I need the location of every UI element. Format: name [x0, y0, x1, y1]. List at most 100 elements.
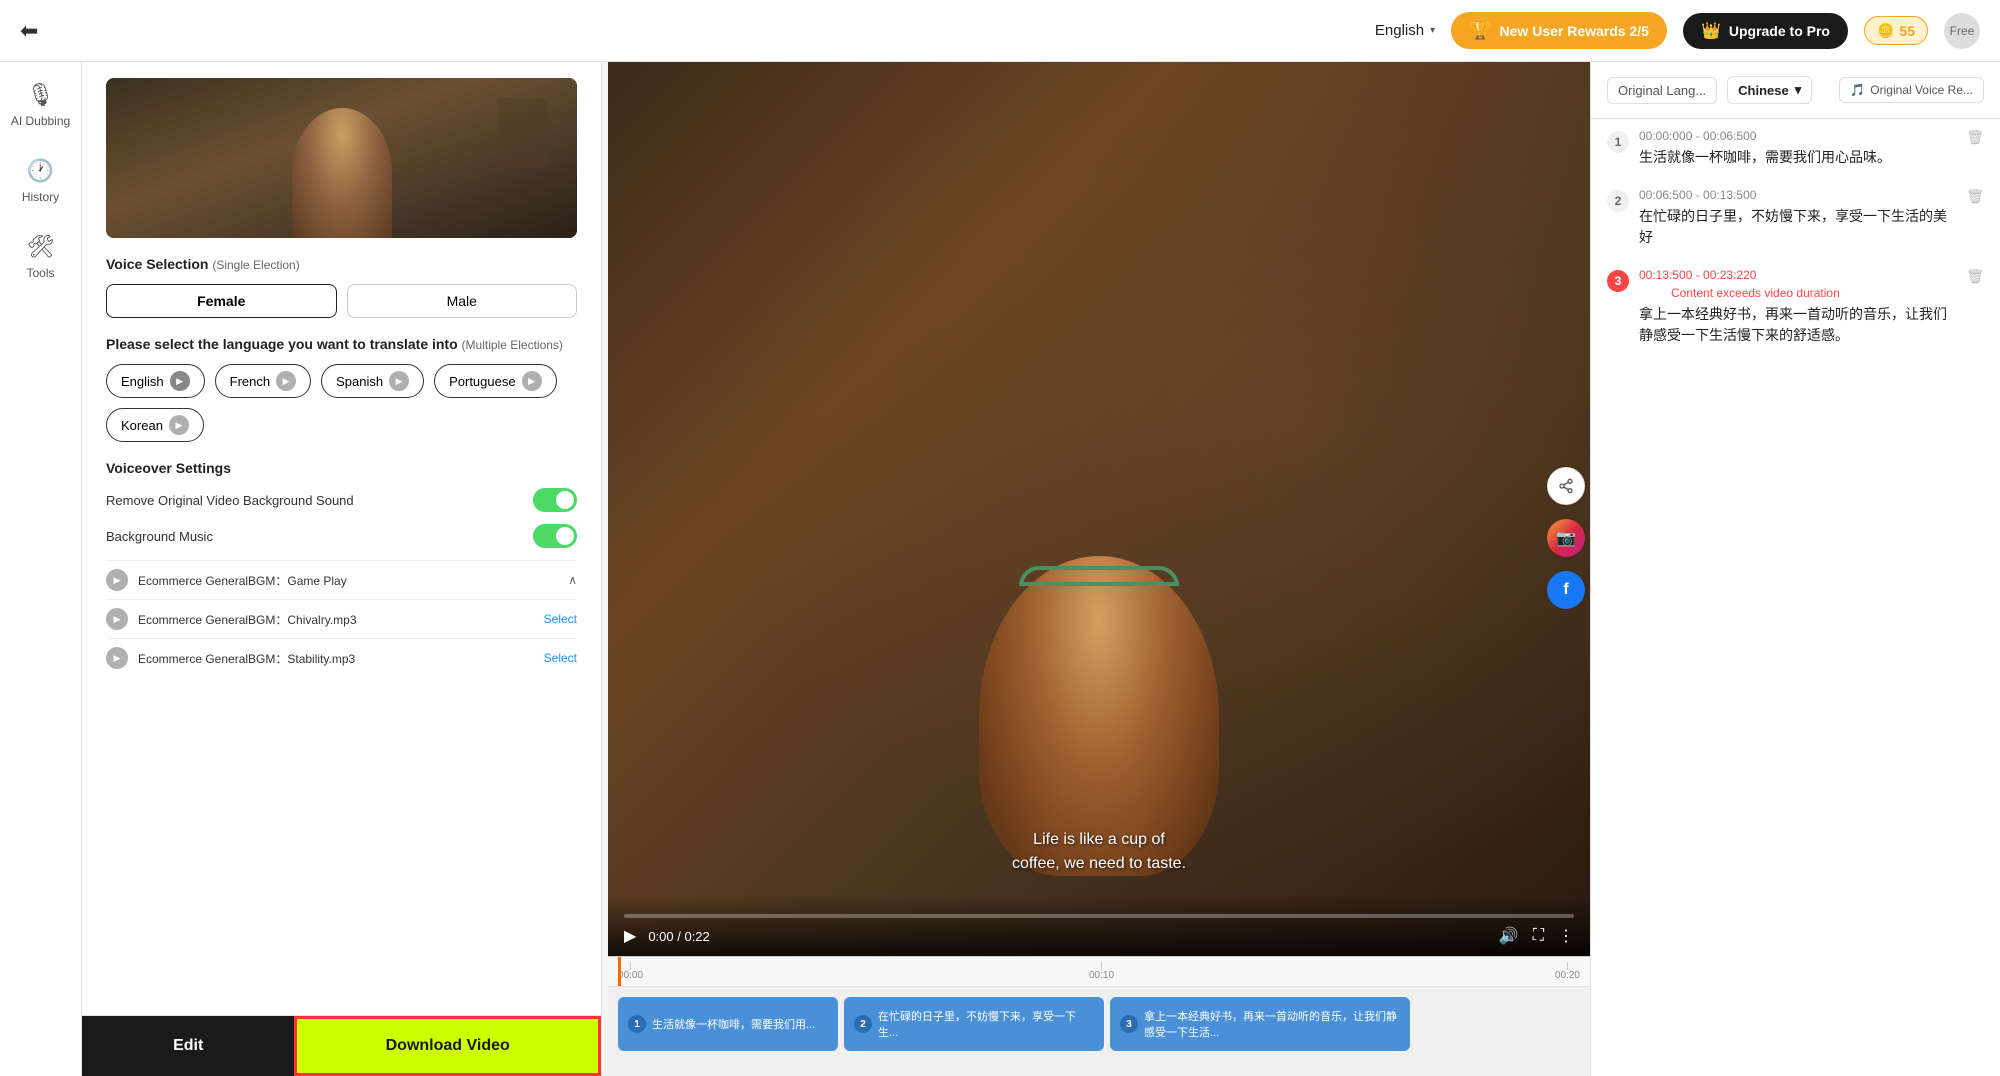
bgm-select-2[interactable]: Select — [544, 651, 577, 665]
subtitle-error-msg-3: Content exceeds video duration — [1671, 286, 1956, 300]
english-play-icon[interactable]: ▶ — [170, 371, 190, 391]
sidebar-item-ai-dubbing[interactable]: 🎙 AI Dubbing — [11, 82, 70, 128]
target-language-select[interactable]: Chinese ▾ — [1727, 76, 1812, 104]
subtitle-item-3: 3 00:13:500 - 00:23:220 Content exceeds … — [1607, 268, 1984, 346]
subtitle-delete-1[interactable]: 🗑 — [1966, 129, 1984, 146]
language-label: English — [1375, 22, 1424, 39]
sidebar-history-label: History — [22, 190, 59, 204]
sidebar-ai-dubbing-label: AI Dubbing — [11, 114, 70, 128]
portuguese-play-icon[interactable]: ▶ — [522, 371, 542, 391]
fullscreen-button[interactable]: ⛶ — [1533, 926, 1544, 946]
control-icons: 🔊 ⛶ ⋮ — [1499, 926, 1574, 946]
language-selector[interactable]: English ▾ — [1375, 22, 1435, 39]
subtitle-num-2: 2 — [1607, 190, 1629, 212]
target-lang-arrow-icon: ▾ — [1795, 82, 1802, 98]
right-panel: Original Lang... Chinese ▾ 🎵 Original Vo… — [1590, 62, 2000, 1076]
video-player[interactable]: Life is like a cup of coffee, we need to… — [608, 62, 1590, 956]
logout-icon[interactable]: ⬅ — [20, 18, 38, 44]
timeline-tracks: 1 生活就像一杯咖啡，需要我们用... 2 在忙碌的日子里，不妨慢下来，享受一下… — [608, 987, 1590, 1067]
subtitle-delete-2[interactable]: 🗑 — [1966, 188, 1984, 205]
mute-button[interactable]: 🔊 — [1499, 926, 1519, 946]
remove-bg-label: Remove Original Video Background Sound — [106, 493, 354, 508]
english-label: English — [121, 374, 164, 389]
share-icon[interactable] — [1547, 467, 1585, 505]
coins-count: 55 — [1899, 23, 1915, 39]
korean-play-icon[interactable]: ▶ — [169, 415, 189, 435]
voice-selection-subtitle: (Single Election) — [212, 258, 299, 272]
lang-tag-spanish[interactable]: Spanish ▶ — [321, 364, 424, 398]
sidebar-item-history[interactable]: 🕐 History — [22, 158, 59, 204]
upgrade-button[interactable]: 👑 Upgrade to Pro — [1683, 13, 1848, 49]
ruler-mark-2: 00:20 — [1555, 962, 1580, 981]
bgm-item-0: ▶ Ecommerce GeneralBGM：Game Play ∧ — [106, 560, 577, 599]
bgm-name-0: Ecommerce GeneralBGM：Game Play — [138, 572, 558, 589]
controls-row: ▶ 0:00 / 0:22 🔊 ⛶ ⋮ — [624, 926, 1574, 946]
voice-selection-section: Voice Selection (Single Election) Female… — [106, 256, 577, 318]
timeline-ruler: 00:00 00:10 00:20 — [608, 957, 1590, 987]
play-button[interactable]: ▶ — [624, 926, 636, 946]
video-controls: ▶ 0:00 / 0:22 🔊 ⛶ ⋮ — [608, 894, 1590, 956]
lang-tag-korean[interactable]: Korean ▶ — [106, 408, 204, 442]
voiceover-settings-section: Voiceover Settings Remove Original Video… — [106, 460, 577, 677]
avatar-label: Free — [1950, 24, 1975, 38]
bgm-name-2: Ecommerce GeneralBGM：Stability.mp3 — [138, 650, 534, 667]
subtitle-delete-3[interactable]: 🗑 — [1966, 268, 1984, 285]
facebook-icon[interactable]: f — [1547, 571, 1585, 609]
side-social-icons: 📷 f — [1547, 467, 1585, 609]
orig-voice-label: Original Voice Re... — [1870, 83, 1973, 97]
sidebar-tools-label: Tools — [26, 266, 54, 280]
instagram-icon[interactable]: 📷 — [1547, 519, 1585, 557]
orig-lang-label: Original Lang... — [1618, 83, 1706, 98]
ruler-mark-0: 00:00 — [618, 962, 643, 981]
top-nav: ⬅ English ▾ 🏆 New User Rewards 2/5 👑 Upg… — [0, 0, 2000, 62]
rewards-button[interactable]: 🏆 New User Rewards 2/5 — [1451, 12, 1667, 49]
upgrade-label: Upgrade to Pro — [1729, 23, 1830, 39]
bgm-play-icon-0[interactable]: ▶ — [106, 569, 128, 591]
portuguese-label: Portuguese — [449, 374, 516, 389]
tools-icon: 🛠 — [27, 234, 55, 260]
sidebar-item-tools[interactable]: 🛠 Tools — [26, 234, 54, 280]
spanish-label: Spanish — [336, 374, 383, 389]
lang-tag-portuguese[interactable]: Portuguese ▶ — [434, 364, 557, 398]
clip-text-3: 拿上一本经典好书，再来一首动听的音乐，让我们静感受一下生活... — [1144, 1008, 1400, 1040]
timeline-clip-1[interactable]: 1 生活就像一杯咖啡，需要我们用... — [618, 997, 838, 1051]
timeline-clip-2[interactable]: 2 在忙碌的日子里，不妨慢下来，享受一下生... — [844, 997, 1104, 1051]
spanish-play-icon[interactable]: ▶ — [389, 371, 409, 391]
subtitle-content-1: 00:00:000 - 00:06:500 生活就像一杯咖啡，需要我们用心品味。 — [1639, 129, 1956, 168]
subtitle-time-3: 00:13:500 - 00:23:220 — [1639, 268, 1956, 282]
male-voice-button[interactable]: Male — [347, 284, 578, 318]
female-voice-button[interactable]: Female — [106, 284, 337, 318]
subtitle-content-3: 00:13:500 - 00:23:220 Content exceeds vi… — [1639, 268, 1956, 346]
subtitle-item-1: 1 00:00:000 - 00:06:500 生活就像一杯咖啡，需要我们用心品… — [1607, 129, 1984, 168]
playhead — [618, 957, 621, 986]
subtitle-text-3: 拿上一本经典好书，再来一首动听的音乐，让我们静感受一下生活慢下来的舒适感。 — [1639, 304, 1956, 346]
bgm-play-icon-2[interactable]: ▶ — [106, 647, 128, 669]
coins-badge: 🪙 55 — [1864, 16, 1928, 45]
timeline-clip-3[interactable]: 3 拿上一本经典好书，再来一首动听的音乐，让我们静感受一下生活... — [1110, 997, 1410, 1051]
bgm-chevron-icon[interactable]: ∧ — [568, 573, 577, 587]
lang-tag-english[interactable]: English ▶ — [106, 364, 205, 398]
bg-music-toggle[interactable] — [533, 524, 577, 548]
original-language-select[interactable]: Original Lang... — [1607, 77, 1717, 104]
progress-bar[interactable] — [624, 914, 1574, 918]
remove-bg-toggle[interactable] — [533, 488, 577, 512]
original-voice-button[interactable]: 🎵 Original Voice Re... — [1839, 77, 1984, 103]
edit-button[interactable]: Edit — [82, 1016, 294, 1076]
download-video-button[interactable]: Download Video — [294, 1016, 601, 1076]
bgm-select-1[interactable]: Select — [544, 612, 577, 626]
more-options-button[interactable]: ⋮ — [1558, 926, 1574, 946]
subtitle-text-2: 在忙碌的日子里，不妨慢下来，享受一下生活的美好 — [1639, 206, 1956, 248]
lang-tag-french[interactable]: French ▶ — [215, 364, 311, 398]
trophy-icon: 🏆 — [1469, 20, 1491, 41]
french-play-icon[interactable]: ▶ — [276, 371, 296, 391]
korean-label: Korean — [121, 418, 163, 433]
language-arrow-icon: ▾ — [1430, 25, 1435, 36]
crown-icon: 👑 — [1701, 21, 1721, 41]
lang-instruction-sub: (Multiple Elections) — [462, 338, 563, 352]
bottom-action-bar: Edit Download Video — [82, 1015, 601, 1076]
avatar[interactable]: Free — [1944, 13, 1980, 49]
time-display: 0:00 / 0:22 — [648, 929, 1487, 944]
bgm-play-icon-1[interactable]: ▶ — [106, 608, 128, 630]
bgm-item-2: ▶ Ecommerce GeneralBGM：Stability.mp3 Sel… — [106, 638, 577, 677]
subtitle-num-1: 1 — [1607, 131, 1629, 153]
